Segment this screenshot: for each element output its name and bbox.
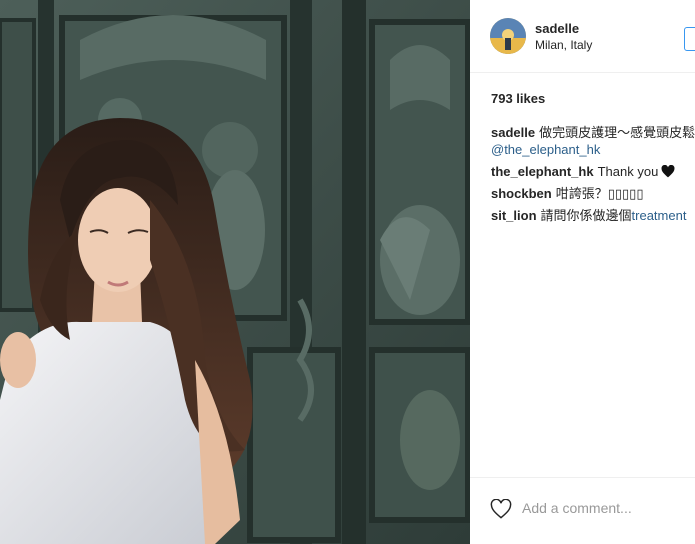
post-location[interactable]: Milan, Italy bbox=[535, 38, 592, 52]
comment-username[interactable]: sit_lion bbox=[491, 208, 537, 223]
comment-text: Thank you bbox=[597, 164, 659, 179]
comment-item: shockben 咁誇張？▯▯▯▯▯ bbox=[491, 185, 643, 202]
comment-item: the_elephant_hk Thank you bbox=[491, 163, 675, 180]
likes-count[interactable]: 793 likes bbox=[491, 91, 545, 106]
comment-text: 請問你係做邊個 bbox=[540, 208, 632, 223]
black-heart-icon bbox=[661, 165, 675, 178]
post-photo[interactable] bbox=[0, 0, 470, 544]
comment-text: 咁誇張？ bbox=[555, 186, 608, 201]
post-username[interactable]: sadelle bbox=[535, 21, 579, 36]
divider bbox=[470, 477, 695, 478]
avatar[interactable] bbox=[490, 18, 526, 54]
mention-link[interactable]: @the_elephant_hk bbox=[491, 142, 600, 157]
add-comment-input[interactable]: Add a comment... bbox=[522, 500, 632, 516]
comment-mention-line: @the_elephant_hk bbox=[491, 141, 600, 158]
post-sidebar: sadelle Milan, Italy 793 likes sadelle 做完… bbox=[470, 0, 695, 544]
avatar-image-icon bbox=[490, 18, 526, 54]
post-header: sadelle Milan, Italy bbox=[470, 0, 695, 73]
comment-username[interactable]: shockben bbox=[491, 186, 552, 201]
comment-item: sit_lion 請問你係做邊個treatment bbox=[491, 207, 686, 224]
comment-text-tail: treatment bbox=[631, 208, 687, 223]
photo-illustration bbox=[0, 0, 470, 544]
unrendered-emoji: ▯▯▯▯▯ bbox=[607, 186, 644, 201]
comment-username[interactable]: sadelle bbox=[491, 125, 535, 140]
comment-username[interactable]: the_elephant_hk bbox=[491, 164, 594, 179]
comment-item: sadelle 做完頭皮護理～感覺頭皮鬆 bbox=[491, 124, 695, 141]
heart-icon[interactable] bbox=[490, 499, 512, 519]
follow-button[interactable] bbox=[684, 27, 695, 51]
comment-text: 做完頭皮護理～感覺頭皮鬆 bbox=[539, 125, 695, 140]
